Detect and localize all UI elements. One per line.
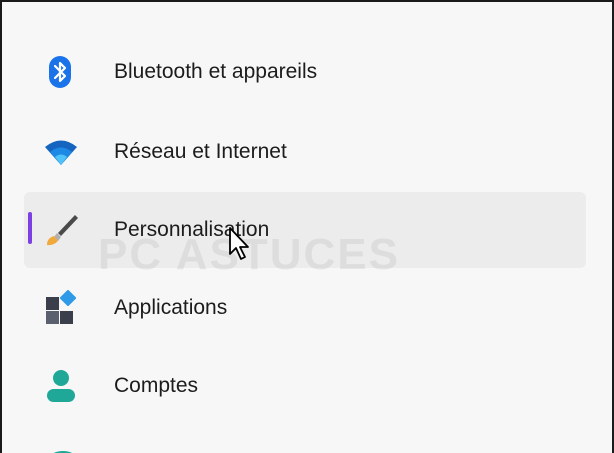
wifi-icon bbox=[44, 134, 78, 170]
settings-window: Bluetooth et appareils Réseau et Interne… bbox=[0, 0, 614, 453]
paintbrush-icon bbox=[44, 212, 78, 248]
apps-icon bbox=[44, 289, 78, 326]
sidebar-item-accounts[interactable]: Comptes bbox=[24, 348, 586, 424]
sidebar-item-label: Réseau et Internet bbox=[114, 140, 287, 163]
mouse-cursor-icon bbox=[228, 226, 254, 262]
sidebar-item-apps[interactable]: Applications bbox=[24, 270, 586, 346]
person-icon bbox=[44, 368, 78, 404]
sidebar-item-label: Comptes bbox=[114, 374, 199, 397]
sidebar-item-label: Applications bbox=[114, 296, 228, 319]
sidebar-item-personalization[interactable]: Personnalisation bbox=[24, 192, 586, 268]
sidebar-item-label: Bluetooth et appareils bbox=[114, 60, 318, 83]
sidebar-item-network[interactable]: Réseau et Internet bbox=[24, 114, 586, 190]
bluetooth-icon bbox=[44, 54, 78, 90]
selection-indicator bbox=[28, 212, 32, 244]
sidebar-item-bluetooth[interactable]: Bluetooth et appareils bbox=[24, 34, 586, 110]
partial-icon bbox=[46, 448, 80, 453]
